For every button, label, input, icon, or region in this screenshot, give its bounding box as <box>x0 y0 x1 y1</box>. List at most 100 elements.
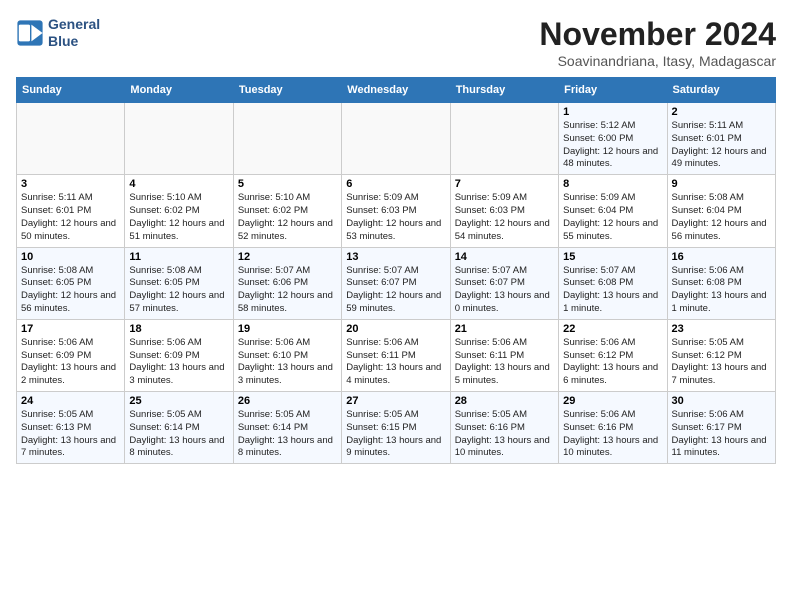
day-number: 30 <box>672 395 771 407</box>
day-cell: 27 Sunrise: 5:05 AM Sunset: 6:15 PM Dayli… <box>342 392 450 464</box>
day-cell: 26 Sunrise: 5:05 AM Sunset: 6:14 PM Dayli… <box>233 392 341 464</box>
week-row-4: 17 Sunrise: 5:06 AM Sunset: 6:09 PM Dayli… <box>17 319 776 391</box>
day-number: 28 <box>455 395 554 407</box>
day-number: 5 <box>238 178 337 190</box>
day-number: 6 <box>346 178 445 190</box>
weekday-wednesday: Wednesday <box>342 78 450 103</box>
week-row-5: 24 Sunrise: 5:05 AM Sunset: 6:13 PM Dayli… <box>17 392 776 464</box>
day-number: 10 <box>21 251 120 263</box>
day-cell: 23Sunrise: 5:05 AM Sunset: 6:12 PM Dayli… <box>667 319 775 391</box>
day-number: 18 <box>129 323 228 335</box>
day-number: 21 <box>455 323 554 335</box>
day-number: 1 <box>563 106 662 118</box>
day-info: Sunrise: 5:08 AM Sunset: 6:04 PM Dayligh… <box>672 192 771 243</box>
day-cell: 18 Sunrise: 5:06 AM Sunset: 6:09 PM Dayli… <box>125 319 233 391</box>
day-info: Sunrise: 5:06 AM Sunset: 6:16 PM Dayligh… <box>563 409 662 460</box>
day-number: 29 <box>563 395 662 407</box>
day-number: 22 <box>563 323 662 335</box>
weekday-sunday: Sunday <box>17 78 125 103</box>
day-info: Sunrise: 5:05 AM Sunset: 6:14 PM Dayligh… <box>238 409 337 460</box>
day-info: Sunrise: 5:11 AM Sunset: 6:01 PM Dayligh… <box>672 120 771 171</box>
day-number: 17 <box>21 323 120 335</box>
day-number: 15 <box>563 251 662 263</box>
main-title: November 2024 <box>539 16 776 53</box>
calendar-body: 1Sunrise: 5:12 AM Sunset: 6:00 PM Daylig… <box>17 103 776 464</box>
week-row-2: 3Sunrise: 5:11 AM Sunset: 6:01 PM Daylig… <box>17 175 776 247</box>
day-info: Sunrise: 5:06 AM Sunset: 6:12 PM Dayligh… <box>563 337 662 388</box>
day-number: 9 <box>672 178 771 190</box>
weekday-friday: Friday <box>559 78 667 103</box>
day-cell: 29 Sunrise: 5:06 AM Sunset: 6:16 PM Dayli… <box>559 392 667 464</box>
title-block: November 2024 Soavinandriana, Itasy, Mad… <box>539 16 776 69</box>
logo: General Blue <box>16 16 100 50</box>
weekday-monday: Monday <box>125 78 233 103</box>
day-info: Sunrise: 5:05 AM Sunset: 6:14 PM Dayligh… <box>129 409 228 460</box>
day-info: Sunrise: 5:11 AM Sunset: 6:01 PM Dayligh… <box>21 192 120 243</box>
day-info: Sunrise: 5:05 AM Sunset: 6:16 PM Dayligh… <box>455 409 554 460</box>
day-number: 27 <box>346 395 445 407</box>
day-number: 25 <box>129 395 228 407</box>
calendar-table: SundayMondayTuesdayWednesdayThursdayFrid… <box>16 77 776 464</box>
day-info: Sunrise: 5:06 AM Sunset: 6:11 PM Dayligh… <box>346 337 445 388</box>
day-cell: 24 Sunrise: 5:05 AM Sunset: 6:13 PM Dayli… <box>17 392 125 464</box>
day-info: Sunrise: 5:06 AM Sunset: 6:17 PM Dayligh… <box>672 409 771 460</box>
day-info: Sunrise: 5:09 AM Sunset: 6:04 PM Dayligh… <box>563 192 662 243</box>
day-cell: 11 Sunrise: 5:08 AM Sunset: 6:05 PM Dayli… <box>125 247 233 319</box>
day-cell: 30 Sunrise: 5:06 AM Sunset: 6:17 PM Dayli… <box>667 392 775 464</box>
day-info: Sunrise: 5:07 AM Sunset: 6:07 PM Dayligh… <box>346 265 445 316</box>
day-cell: 9 Sunrise: 5:08 AM Sunset: 6:04 PM Daylig… <box>667 175 775 247</box>
day-info: Sunrise: 5:10 AM Sunset: 6:02 PM Dayligh… <box>129 192 228 243</box>
day-number: 13 <box>346 251 445 263</box>
day-cell: 10 Sunrise: 5:08 AM Sunset: 6:05 PM Dayli… <box>17 247 125 319</box>
day-number: 20 <box>346 323 445 335</box>
day-cell: 13 Sunrise: 5:07 AM Sunset: 6:07 PM Dayli… <box>342 247 450 319</box>
day-number: 16 <box>672 251 771 263</box>
day-cell: 6 Sunrise: 5:09 AM Sunset: 6:03 PM Daylig… <box>342 175 450 247</box>
day-cell <box>17 103 125 175</box>
day-cell: 20 Sunrise: 5:06 AM Sunset: 6:11 PM Dayli… <box>342 319 450 391</box>
header: General Blue November 2024 Soavinandrian… <box>16 16 776 69</box>
day-info: Sunrise: 5:08 AM Sunset: 6:05 PM Dayligh… <box>21 265 120 316</box>
day-info: Sunrise: 5:05 AM Sunset: 6:15 PM Dayligh… <box>346 409 445 460</box>
weekday-header-row: SundayMondayTuesdayWednesdayThursdayFrid… <box>17 78 776 103</box>
day-number: 26 <box>238 395 337 407</box>
day-number: 11 <box>129 251 228 263</box>
day-number: 14 <box>455 251 554 263</box>
day-number: 7 <box>455 178 554 190</box>
weekday-thursday: Thursday <box>450 78 558 103</box>
day-cell: 22 Sunrise: 5:06 AM Sunset: 6:12 PM Dayli… <box>559 319 667 391</box>
day-cell <box>450 103 558 175</box>
subtitle: Soavinandriana, Itasy, Madagascar <box>539 53 776 69</box>
day-info: Sunrise: 5:09 AM Sunset: 6:03 PM Dayligh… <box>455 192 554 243</box>
weekday-saturday: Saturday <box>667 78 775 103</box>
day-cell <box>342 103 450 175</box>
day-cell <box>233 103 341 175</box>
day-info: Sunrise: 5:08 AM Sunset: 6:05 PM Dayligh… <box>129 265 228 316</box>
day-cell: 7 Sunrise: 5:09 AM Sunset: 6:03 PM Daylig… <box>450 175 558 247</box>
day-number: 8 <box>563 178 662 190</box>
day-number: 24 <box>21 395 120 407</box>
day-cell: 25 Sunrise: 5:05 AM Sunset: 6:14 PM Dayli… <box>125 392 233 464</box>
day-cell: 12 Sunrise: 5:07 AM Sunset: 6:06 PM Dayli… <box>233 247 341 319</box>
day-cell: 28 Sunrise: 5:05 AM Sunset: 6:16 PM Dayli… <box>450 392 558 464</box>
day-number: 4 <box>129 178 228 190</box>
day-info: Sunrise: 5:06 AM Sunset: 6:11 PM Dayligh… <box>455 337 554 388</box>
day-info: Sunrise: 5:07 AM Sunset: 6:06 PM Dayligh… <box>238 265 337 316</box>
day-info: Sunrise: 5:09 AM Sunset: 6:03 PM Dayligh… <box>346 192 445 243</box>
logo-text: General Blue <box>48 16 100 50</box>
day-cell: 14 Sunrise: 5:07 AM Sunset: 6:07 PM Dayli… <box>450 247 558 319</box>
week-row-1: 1Sunrise: 5:12 AM Sunset: 6:00 PM Daylig… <box>17 103 776 175</box>
day-cell: 21 Sunrise: 5:06 AM Sunset: 6:11 PM Dayli… <box>450 319 558 391</box>
day-cell <box>125 103 233 175</box>
day-cell: 8 Sunrise: 5:09 AM Sunset: 6:04 PM Daylig… <box>559 175 667 247</box>
day-cell: 17Sunrise: 5:06 AM Sunset: 6:09 PM Dayli… <box>17 319 125 391</box>
day-cell: 1Sunrise: 5:12 AM Sunset: 6:00 PM Daylig… <box>559 103 667 175</box>
day-info: Sunrise: 5:06 AM Sunset: 6:09 PM Dayligh… <box>129 337 228 388</box>
day-info: Sunrise: 5:07 AM Sunset: 6:07 PM Dayligh… <box>455 265 554 316</box>
day-number: 12 <box>238 251 337 263</box>
day-info: Sunrise: 5:10 AM Sunset: 6:02 PM Dayligh… <box>238 192 337 243</box>
week-row-3: 10 Sunrise: 5:08 AM Sunset: 6:05 PM Dayli… <box>17 247 776 319</box>
day-cell: 5 Sunrise: 5:10 AM Sunset: 6:02 PM Daylig… <box>233 175 341 247</box>
day-cell: 15Sunrise: 5:07 AM Sunset: 6:08 PM Dayli… <box>559 247 667 319</box>
day-info: Sunrise: 5:05 AM Sunset: 6:13 PM Dayligh… <box>21 409 120 460</box>
